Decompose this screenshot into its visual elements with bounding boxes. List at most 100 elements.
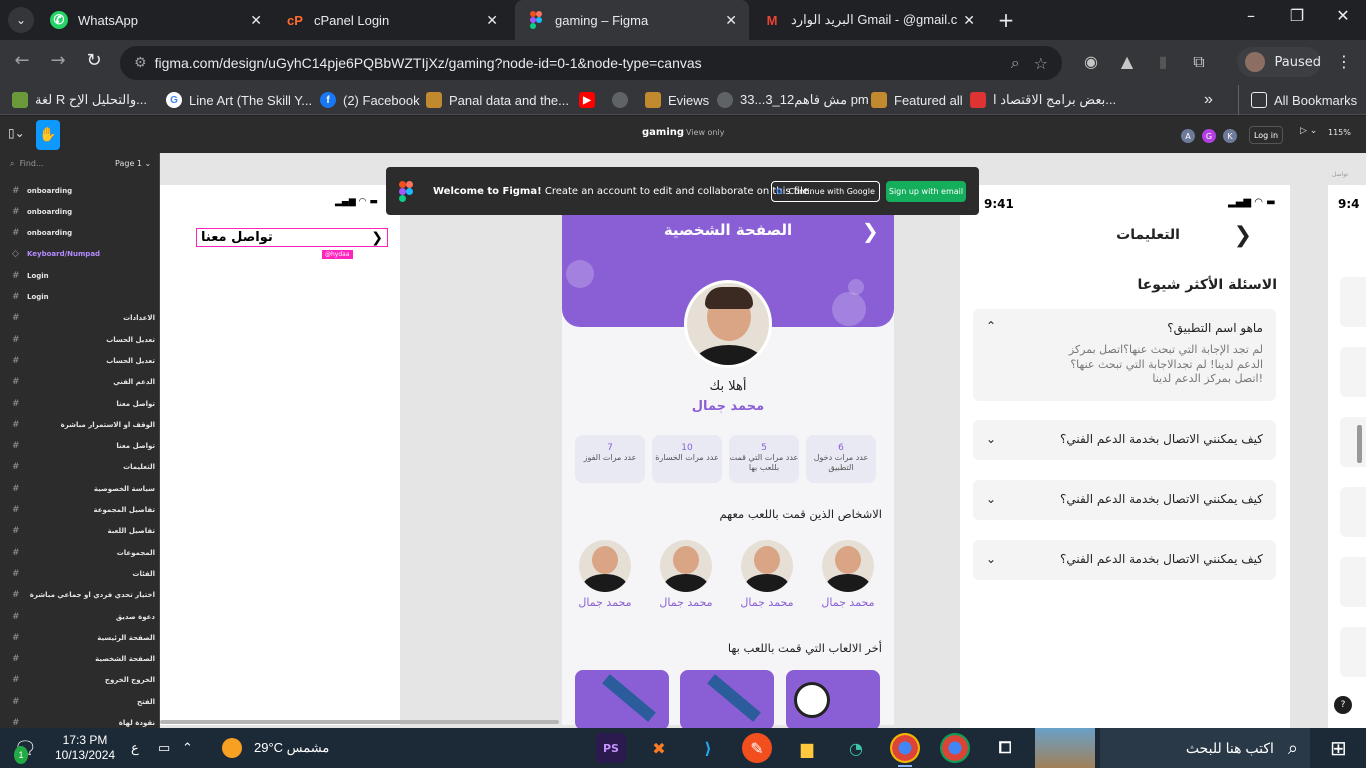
layer-item[interactable]: ◇ Keyboard/Numpad [0,244,159,265]
layer-item[interactable]: # الاعدادات [0,308,159,329]
game-card-telescope[interactable] [575,670,669,728]
layer-item[interactable]: # المجموعات [0,542,159,563]
url-text[interactable]: figma.com/design/uGyhC14pje6PQBbWZTIjXz/… [155,55,1011,71]
chevron-down-icon[interactable]: ⌄ [986,492,996,506]
vscode-icon[interactable]: ⟩ [693,733,723,763]
tab-gmail[interactable]: M البريد الوارد Gmail - @gmail.com ✕ [751,0,987,40]
weather-widget[interactable]: 29°C مشمس [222,728,329,768]
phpstorm-icon[interactable]: PS [596,733,626,763]
bookmark-item[interactable]: Panal data and the... [426,85,569,115]
address-bar[interactable]: ⚙ figma.com/design/uGyhC14pje6PQBbWZTIjX… [120,46,1062,80]
bookmark-item[interactable]: مش فاهم12_3...33 pm [717,85,869,115]
bookmark-item[interactable]: G Line Art (The Skill Y... [166,85,312,115]
friend-item[interactable]: محمد جمال [656,540,716,609]
layer-item[interactable]: # Login [0,287,159,308]
layer-item[interactable]: # تعديل الحساب [0,329,159,350]
bookmark-item[interactable]: لغة R والتحليل الإح... [12,85,147,115]
layer-item[interactable]: # الفئات [0,563,159,584]
more-bookmarks-chevron-icon[interactable]: » [1204,85,1213,115]
selected-header[interactable]: تواصل معنا ❯ [196,228,388,247]
file-name[interactable]: gaming [642,127,684,138]
frame-faq[interactable]: 9:41 ▂▄▆ ◠ ▬ التعليمات ❯ الاسئلة الأكثر … [960,185,1290,728]
faq-item[interactable]: كيف يمكنني الاتصال بخدمة الدعم الفني؟ ⌄ [973,420,1276,460]
restore-button[interactable]: ❐ [1282,6,1312,25]
layer-item[interactable]: # Login [0,265,159,286]
layer-item[interactable]: # نقودة لهاة [0,713,159,728]
faq-item[interactable]: كيف يمكنني الاتصال بخدمة الدعم الفني؟ ⌄ [973,480,1276,520]
close-icon[interactable]: ✕ [963,12,975,29]
layer-item[interactable]: # تفاصيل المجموعة [0,500,159,521]
battery-icon[interactable]: ▭ [158,728,170,768]
tab-cpanel[interactable]: cP cPanel Login ✕ [274,0,510,40]
zoom-icon[interactable]: ⌕ [1011,53,1020,73]
present-icon[interactable]: ▷ ⌄ [1300,126,1317,136]
bookmark-item[interactable]: ▶ [579,85,602,115]
windows-start-icon[interactable]: ⊞ [1330,728,1347,768]
minimize-button[interactable]: – [1236,6,1266,25]
site-info-icon[interactable]: ⚙ [134,55,147,71]
extension-icon[interactable]: ◉ [1081,52,1101,72]
chevron-down-icon[interactable]: ⌄ [986,552,996,566]
figma-canvas[interactable]: تواصل ▂▄▆ ◠ ▬ تواصل معنا ❯ @hydaa الصفحة… [160,153,1366,728]
layer-item[interactable]: # تفاصيل اللعبة [0,521,159,542]
continue-google-button[interactable]: G Continue with Google [771,181,880,202]
close-window-button[interactable]: ✕ [1328,6,1358,25]
page-selector[interactable]: Page 1 ⌄ [115,159,151,168]
layer-item[interactable]: # onboarding [0,201,159,222]
close-icon[interactable]: ✕ [486,12,498,29]
faq-item-open[interactable]: ماهو اسم التطبيق؟ ⌃ لم تجد الإجابة التي … [973,309,1276,401]
bookmark-item[interactable] [612,85,635,115]
zoom-level[interactable]: 115% [1328,128,1351,137]
close-icon[interactable]: ✕ [725,12,737,29]
layer-item[interactable]: # onboarding [0,180,159,201]
edge-icon[interactable]: ◔ [841,733,871,763]
new-tab-button[interactable]: + [994,8,1018,32]
chrome-profile-icon[interactable] [940,733,970,763]
bookmark-item[interactable]: Featured all [871,85,963,115]
friend-item[interactable]: محمد جمال [575,540,635,609]
layer-item[interactable]: # الخروج الخروج [0,670,159,691]
layer-item[interactable]: # الصفحة الرئيسية [0,627,159,648]
tab-whatsapp[interactable]: ✆ WhatsApp ✕ [38,0,274,40]
layer-item[interactable]: # الوقف او الاستمرار مباشرة [0,414,159,435]
drive-extension-icon[interactable]: ▲ [1117,52,1137,72]
trash-extension-icon[interactable]: ▮ [1153,52,1173,72]
avatar[interactable]: G [1202,129,1216,143]
file-explorer-icon[interactable]: ▆ [792,733,822,763]
close-icon[interactable]: ✕ [250,12,262,29]
layer-item[interactable]: # الدعم الفني [0,372,159,393]
layer-item[interactable]: # onboarding [0,223,159,244]
layer-item[interactable]: # سياسة الخصوصية [0,478,159,499]
chevron-up-icon[interactable]: ⌃ [182,728,193,768]
tab-figma[interactable]: gaming – Figma ✕ [515,0,749,40]
frame-contact[interactable]: ▂▄▆ ◠ ▬ تواصل معنا ❯ @hydaa [160,185,400,725]
chevron-up-icon[interactable]: ⌃ [986,319,996,333]
chevron-right-icon[interactable]: ❯ [862,219,879,243]
input-language[interactable]: ع [131,728,139,768]
find-input[interactable]: ⌕ Find... [10,159,44,169]
layer-item[interactable]: # اختيار تحدي فردي او جماعي مباشرة [0,585,159,606]
game-card-football[interactable] [786,670,880,728]
faq-item[interactable]: كيف يمكنني الاتصال بخدمة الدعم الفني؟ ⌄ [973,540,1276,580]
bookmark-item[interactable]: Eviews [645,85,709,115]
signup-email-button[interactable]: Sign up with email [886,181,966,202]
menu-icon[interactable]: ⋮ [1334,52,1354,72]
layer-item[interactable]: # التعليمات [0,457,159,478]
back-button[interactable]: ← [10,50,34,71]
login-button[interactable]: Log in [1249,126,1283,144]
figma-app-icon[interactable]: ✎ [742,733,772,763]
tab-search-button[interactable]: ⌄ [8,7,34,33]
frame-profile[interactable]: الصفحة الشخصية ❯ أهلا بك محمد جمال 6 عدد … [562,185,894,728]
layer-item[interactable]: # تعديل الحساب [0,350,159,371]
avatar[interactable]: A [1181,129,1195,143]
search-box[interactable]: اكتب هنا للبحث ⌕ [1100,728,1310,768]
forward-button[interactable]: → [46,50,70,71]
layer-item[interactable]: # تواصل معنا [0,436,159,457]
xampp-icon[interactable]: ✖ [644,733,674,763]
task-view-icon[interactable]: ⧠ [990,733,1020,763]
reload-button[interactable]: ↻ [82,50,106,71]
clock[interactable]: 17:3 PM 10/13/2024 [55,728,115,768]
layer-item[interactable]: # تواصل معنا [0,393,159,414]
main-menu-icon[interactable]: ▯⌄ [8,126,25,140]
game-card-telescope[interactable] [680,670,774,728]
